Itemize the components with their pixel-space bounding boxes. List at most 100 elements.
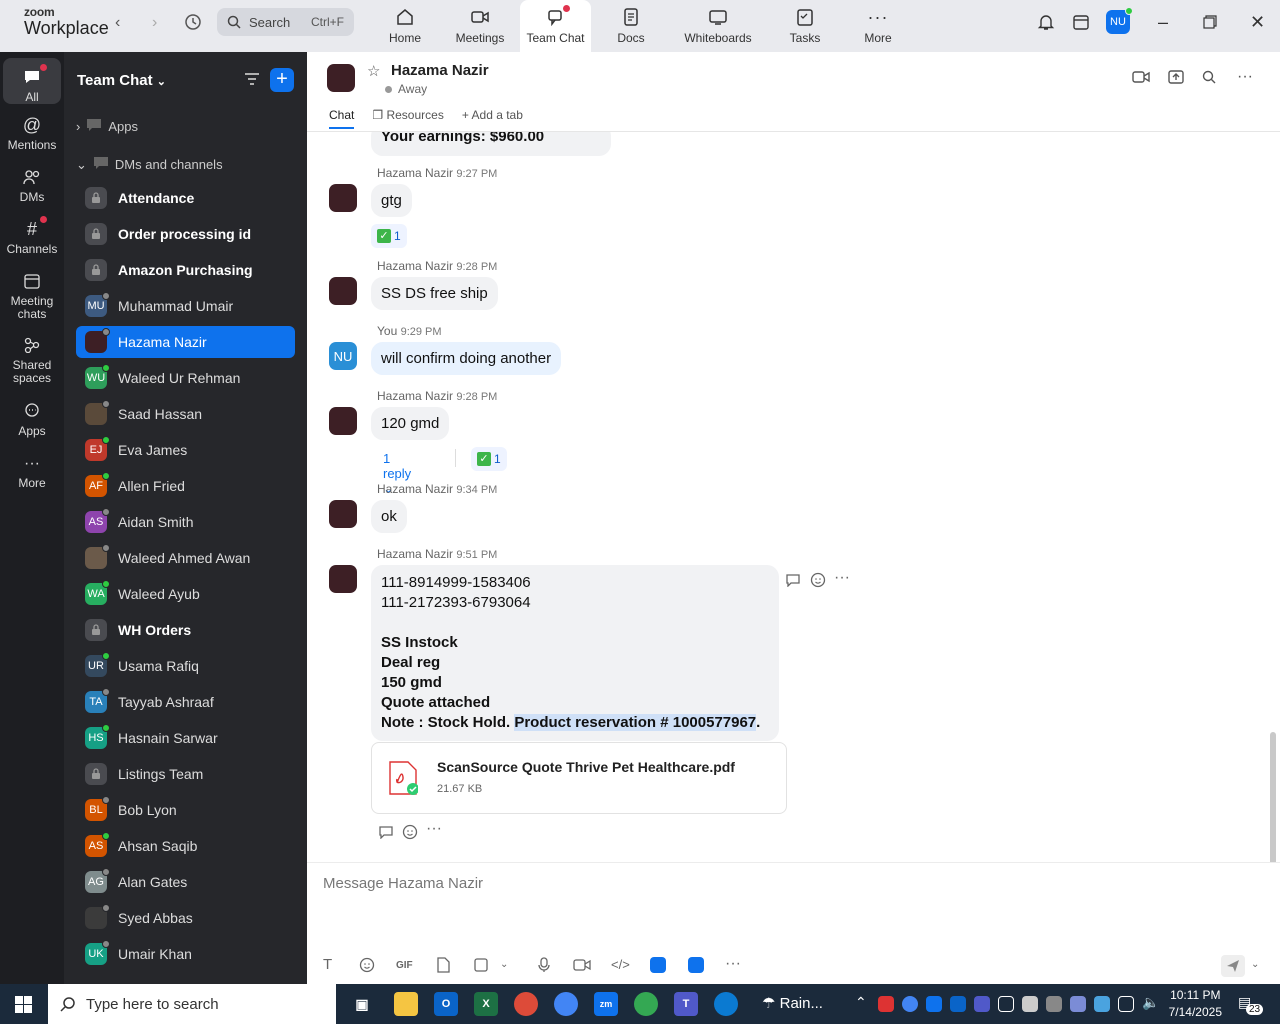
sidebar-item-aidan-smith[interactable]: AS Aidan Smith	[76, 506, 295, 538]
app-shortcut-icon-2[interactable]	[688, 957, 704, 973]
sidebar-item-wh-orders[interactable]: WH Orders	[76, 614, 295, 646]
weather-widget[interactable]: ☂ Rain...	[762, 994, 823, 1012]
file-attachment[interactable]: ScanSource Quote Thrive Pet Healthcare.p…	[371, 742, 787, 814]
sidebar-item-allen-fried[interactable]: AF Allen Fried	[76, 470, 295, 502]
text-format-icon[interactable]: T	[323, 956, 332, 973]
rail-all[interactable]: All	[3, 58, 61, 104]
new-chat-button[interactable]: +	[270, 68, 294, 92]
sidebar-item-tayyab-ashraaf[interactable]: TA Tayyab Ashraaf	[76, 686, 295, 718]
bell-icon[interactable]	[1037, 13, 1055, 36]
search-icon[interactable]	[1202, 70, 1216, 87]
tray-app-icon-5[interactable]	[974, 996, 990, 1012]
sidebar-item-usama-rafiq[interactable]: UR Usama Rafiq	[76, 650, 295, 682]
sidebar-item-hasnain-sarwar[interactable]: HS Hasnain Sarwar	[76, 722, 295, 754]
message-more-icon[interactable]: ···	[426, 820, 442, 838]
taskbar-clock[interactable]: 10:11 PM 7/14/2025	[1169, 987, 1222, 1021]
tab-more[interactable]: ··· More	[856, 0, 900, 52]
sidebar-item-saad-hassan[interactable]: Saad Hassan	[76, 398, 295, 430]
tab-resources[interactable]: ❐ Resources	[372, 108, 443, 129]
tab-add[interactable]: + Add a tab	[462, 108, 523, 129]
star-icon[interactable]: ☆	[367, 62, 380, 80]
contact-avatar[interactable]	[327, 64, 355, 92]
reaction-checkmark[interactable]: ✓ 1	[471, 447, 507, 471]
tray-expand-icon[interactable]: ⌃	[855, 994, 867, 1011]
sidebar-item-muhammad-umair[interactable]: MU Muhammad Umair	[76, 290, 295, 322]
rail-apps[interactable]: Apps	[3, 400, 61, 446]
sender-avatar[interactable]	[329, 184, 357, 212]
message-input[interactable]: Message Hazama Nazir	[323, 875, 483, 892]
sidebar-item-amazon-purchasing[interactable]: Amazon Purchasing	[76, 254, 295, 286]
excel-icon[interactable]: X	[474, 992, 498, 1016]
close-icon[interactable]: ✕	[1250, 12, 1265, 33]
sidebar-item-alan-gates[interactable]: AG Alan Gates	[76, 866, 295, 898]
edge-icon[interactable]	[714, 992, 738, 1016]
reply-icon[interactable]	[785, 573, 801, 590]
chrome-icon[interactable]	[514, 992, 538, 1016]
sender-avatar[interactable]	[329, 277, 357, 305]
sender-avatar[interactable]	[329, 565, 357, 593]
emoji-icon[interactable]	[359, 957, 375, 976]
tray-app-icon-10[interactable]	[1094, 996, 1110, 1012]
sidebar-item-waleed-ayub[interactable]: WA Waleed Ayub	[76, 578, 295, 610]
tray-app-icon-8[interactable]	[1046, 996, 1062, 1012]
task-view-icon[interactable]: ▣	[350, 992, 374, 1016]
rail-dms[interactable]: DMs	[3, 166, 61, 212]
tab-docs[interactable]: Docs	[606, 0, 656, 52]
reply-icon[interactable]	[378, 825, 394, 842]
sidebar-item-eva-james[interactable]: EJ Eva James	[76, 434, 295, 466]
dms-section[interactable]: ⌄ DMs and channels	[76, 156, 223, 173]
tab-whiteboards[interactable]: Whiteboards	[680, 0, 756, 52]
microphone-icon[interactable]	[538, 957, 550, 976]
tray-app-icon-6[interactable]	[998, 996, 1014, 1012]
tray-app-icon-4[interactable]	[950, 996, 966, 1012]
sidebar-item-waleed-ahmed-awan[interactable]: Waleed Ahmed Awan	[76, 542, 295, 574]
sidebar-item-bob-lyon[interactable]: BL Bob Lyon	[76, 794, 295, 826]
tray-app-icon-1[interactable]	[878, 996, 894, 1012]
sidebar-item-ahsan-saqib[interactable]: AS Ahsan Saqib	[76, 830, 295, 862]
sidebar-item-listings-team[interactable]: Listings Team	[76, 758, 295, 790]
sidebar-item-waleed-ur-rehman[interactable]: WU Waleed Ur Rehman	[76, 362, 295, 394]
minimize-icon[interactable]: –	[1158, 12, 1168, 33]
apps-section[interactable]: › Apps	[76, 118, 138, 135]
file-name[interactable]: ScanSource Quote Thrive Pet Healthcare.p…	[437, 759, 735, 775]
tab-chat[interactable]: Chat	[329, 108, 355, 129]
windows-start-icon[interactable]	[15, 996, 32, 1016]
network-icon[interactable]	[1118, 996, 1134, 1012]
video-message-icon[interactable]	[573, 958, 591, 975]
forward-arrow-icon[interactable]: ›	[152, 14, 157, 32]
screenshot-icon[interactable]	[473, 957, 489, 976]
file-icon[interactable]	[436, 957, 450, 976]
send-icon[interactable]	[1221, 955, 1245, 977]
tab-team-chat[interactable]: Team Chat	[520, 0, 591, 52]
rail-shared-spaces[interactable]: Shared spaces	[3, 334, 61, 390]
chat-scrollbar[interactable]	[1270, 732, 1276, 862]
screenshot-dropdown-icon[interactable]: ⌄	[500, 959, 508, 970]
add-reaction-icon[interactable]	[810, 572, 826, 591]
tray-app-icon-9[interactable]	[1070, 996, 1086, 1012]
composer-more-icon[interactable]: ···	[725, 955, 741, 973]
add-reaction-icon[interactable]	[402, 824, 418, 843]
outlook-icon[interactable]: O	[434, 992, 458, 1016]
sender-avatar[interactable]	[329, 500, 357, 528]
share-screen-icon[interactable]	[1168, 70, 1184, 87]
tray-app-icon-7[interactable]	[1022, 996, 1038, 1012]
video-call-icon[interactable]	[1132, 70, 1150, 87]
sidebar-item-umair-khan[interactable]: UK Umair Khan	[76, 938, 295, 970]
gif-button[interactable]: GIF	[396, 960, 413, 971]
tray-app-icon-3[interactable]	[926, 996, 942, 1012]
send-options-icon[interactable]: ⌄	[1251, 959, 1259, 970]
teams-icon[interactable]: T	[674, 992, 698, 1016]
sender-avatar[interactable]	[329, 407, 357, 435]
maximize-icon[interactable]	[1203, 13, 1217, 34]
tray-app-icon-2[interactable]	[902, 996, 918, 1012]
code-snippet-icon[interactable]: </>	[611, 957, 630, 972]
tab-home[interactable]: Home	[378, 0, 432, 52]
file-explorer-icon[interactable]	[394, 992, 418, 1016]
message-more-icon[interactable]: ···	[834, 569, 850, 587]
zoom-taskbar-icon[interactable]: zm	[594, 992, 618, 1016]
search-box[interactable]: Search Ctrl+F	[217, 8, 354, 36]
reaction-checkmark[interactable]: ✓ 1	[371, 224, 407, 248]
rail-mentions[interactable]: @ Mentions	[3, 114, 61, 160]
chrome-profile-icon[interactable]	[554, 992, 578, 1016]
filter-icon[interactable]	[244, 72, 260, 89]
